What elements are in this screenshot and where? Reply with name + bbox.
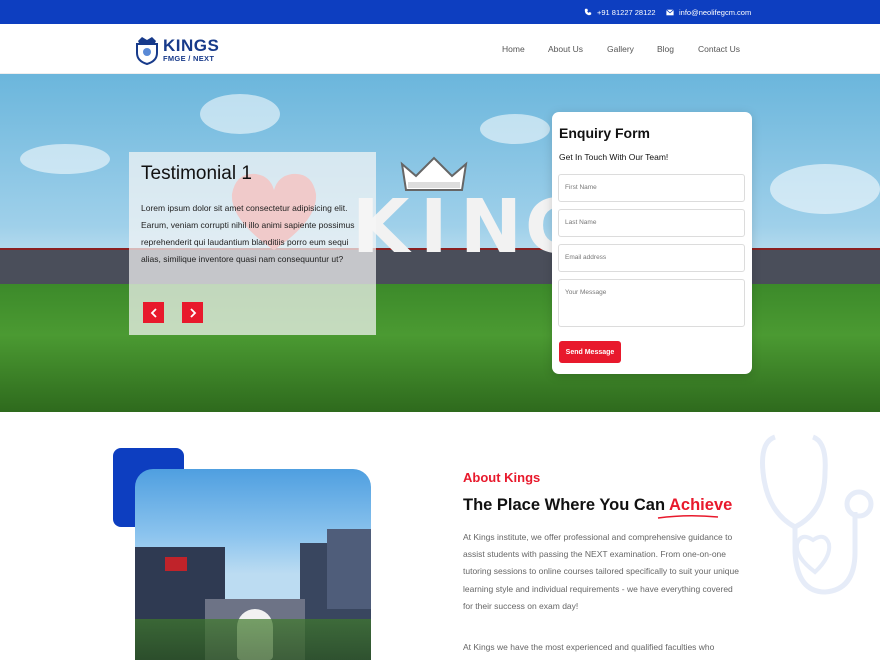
testimonial-card: Testimonial 1 Lorem ipsum dolor sit amet… [129, 152, 376, 335]
cloud-shape [200, 94, 280, 134]
about-label: About Kings [463, 470, 541, 485]
first-name-field[interactable]: First Name [558, 174, 745, 202]
about-paragraph-1: At Kings institute, we offer professiona… [463, 532, 739, 611]
nav-blog[interactable]: Blog [657, 24, 674, 74]
previous-button[interactable] [143, 302, 164, 323]
site-logo[interactable]: KINGS FMGE / NEXT [135, 35, 219, 65]
about-paragraph-2: At Kings we have the most experienced an… [463, 642, 715, 652]
cloud-shape [20, 144, 110, 174]
enquiry-form: Enquiry Form Get In Touch With Our Team!… [552, 112, 752, 374]
top-bar: +91 81227 28122 info@neolifegcm.com [0, 0, 880, 24]
email-address: info@neolifegcm.com [679, 7, 752, 17]
message-field[interactable]: Your Message [558, 279, 745, 327]
about-title-prefix: The Place Where You Can [463, 496, 670, 514]
brush-underline-icon [657, 514, 719, 519]
form-title: Enquiry Form [559, 125, 651, 141]
chevron-right-icon [189, 307, 196, 318]
building-shape [327, 529, 371, 609]
last-name-field[interactable]: Last Name [558, 209, 745, 237]
logo-title: KINGS [163, 35, 220, 55]
nav-contact-us[interactable]: Contact Us [698, 24, 740, 74]
nav-about-us[interactable]: About Us [548, 24, 583, 74]
nav-gallery[interactable]: Gallery [607, 24, 634, 74]
email-contact[interactable]: info@neolifegcm.com [666, 0, 751, 24]
mail-icon [666, 8, 674, 15]
about-title: The Place Where You Can Achieve [463, 496, 732, 515]
phone-number: +91 81227 28122 [597, 7, 656, 17]
sign-letter: I [420, 184, 448, 270]
campus-image [135, 469, 371, 660]
form-subtitle: Get In Touch With Our Team! [559, 152, 669, 162]
stethoscope-icon [755, 432, 880, 607]
site-header: KINGS FMGE / NEXT Home About Us Gallery … [0, 24, 880, 74]
chevron-left-icon [150, 307, 157, 318]
phone-contact[interactable]: +91 81227 28122 [584, 0, 656, 24]
cloud-shape [480, 114, 550, 144]
about-title-accent: Achieve [669, 496, 733, 514]
next-button[interactable] [182, 302, 203, 323]
send-message-button[interactable]: Send Message [559, 341, 621, 363]
logo-subtitle: FMGE / NEXT [163, 53, 215, 63]
building-shape [165, 557, 187, 571]
cloud-shape [770, 164, 880, 214]
testimonial-title: Testimonial 1 [141, 163, 252, 184]
sign-letter: N [460, 184, 522, 270]
testimonial-text: Lorem ipsum dolor sit amet consectetur a… [141, 203, 355, 264]
nav-home[interactable]: Home [502, 24, 525, 74]
trees-shape [135, 619, 371, 660]
phone-icon [584, 8, 592, 16]
email-field[interactable]: Email address [558, 244, 745, 272]
crest-icon [136, 37, 158, 65]
